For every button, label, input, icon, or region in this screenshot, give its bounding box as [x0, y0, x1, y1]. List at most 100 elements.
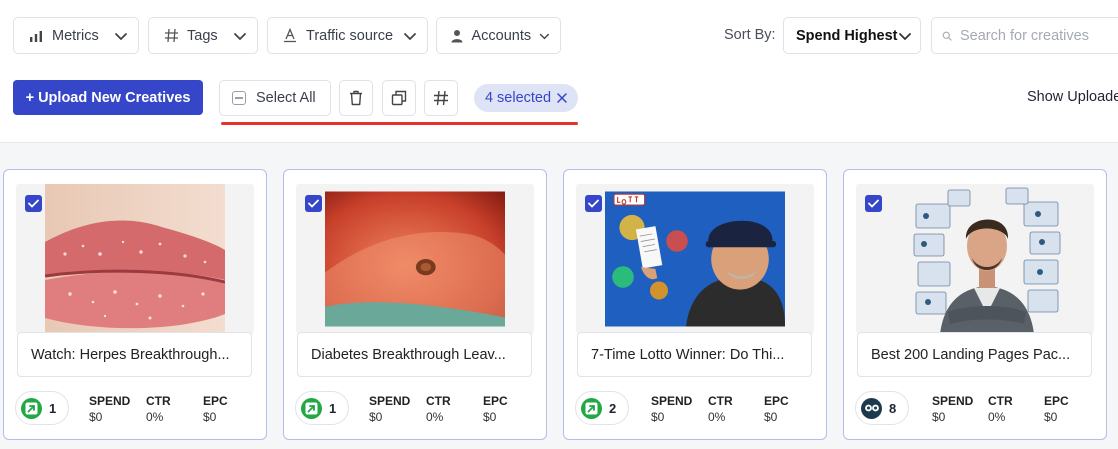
arrow-up-right-icon [21, 397, 42, 419]
epc-metric: EPC $0 [483, 394, 508, 424]
ctr-metric: CTR 0% [426, 394, 451, 424]
close-icon[interactable] [557, 93, 567, 103]
metric-label: CTR [426, 394, 451, 408]
indeterminate-checkbox-icon [232, 91, 246, 105]
owl-icon [861, 397, 882, 419]
traffic-source-filter-button[interactable]: Traffic source [267, 17, 428, 54]
hash-icon [163, 28, 179, 44]
metric-label: EPC [203, 394, 228, 408]
spend-metric: SPEND $0 [651, 394, 692, 424]
selected-count-chip[interactable]: 4 selected [474, 84, 578, 112]
metric-value: $0 [203, 410, 217, 424]
creative-card[interactable]: Diabetes Breakthrough Leav... 1 SPEND $0 … [283, 169, 547, 440]
trash-icon [350, 90, 362, 106]
metric-label: SPEND [369, 394, 411, 408]
card-checkbox[interactable] [865, 195, 882, 212]
traffic-source-count[interactable]: 1 [295, 391, 349, 425]
highlight-underline [221, 122, 578, 125]
epc-metric: EPC $0 [203, 394, 228, 424]
landing-pages-man-image [912, 184, 1062, 334]
creative-title: Watch: Herpes Breakthrough... [17, 332, 252, 377]
search-box[interactable] [931, 17, 1118, 54]
accounts-filter-button[interactable]: Accounts [436, 17, 561, 54]
metric-value: $0 [651, 410, 665, 424]
metric-label: SPEND [932, 394, 974, 408]
creative-card[interactable]: Watch: Herpes Breakthrough... 1 SPEND $0 … [3, 169, 267, 440]
source-count-value: 2 [609, 400, 617, 416]
card-checkbox[interactable] [585, 195, 602, 212]
metrics-filter-label: Metrics [52, 27, 99, 44]
tags-filter-label: Tags [187, 27, 218, 44]
ctr-metric: CTR 0% [146, 394, 171, 424]
creative-title: 7-Time Lotto Winner: Do Thi... [577, 332, 812, 377]
spend-metric: SPEND $0 [932, 394, 973, 424]
card-checkbox[interactable] [25, 195, 42, 212]
creative-title: Diabetes Breakthrough Leav... [297, 332, 532, 377]
spend-metric: SPEND $0 [89, 394, 130, 424]
delete-button[interactable] [339, 80, 373, 116]
tags-filter-button[interactable]: Tags [148, 17, 258, 54]
checkmark-icon [868, 199, 879, 208]
chevron-down-icon [899, 32, 911, 40]
metric-value: $0 [369, 410, 383, 424]
metric-value: $0 [89, 410, 103, 424]
metric-label: EPC [1044, 394, 1069, 408]
copy-icon [391, 90, 407, 106]
card-checkbox[interactable] [305, 195, 322, 212]
show-uploaded-toggle-label[interactable]: Show Uploade [1027, 89, 1118, 105]
tag-button[interactable] [424, 80, 458, 116]
sort-select[interactable]: Spend Highest [783, 17, 921, 54]
ctr-metric: CTR 0% [988, 394, 1013, 424]
banner-lettering [613, 193, 646, 206]
traffic-source-filter-label: Traffic source [306, 27, 394, 44]
epc-metric: EPC $0 [764, 394, 789, 424]
metric-value: $0 [932, 410, 946, 424]
metric-label: CTR [708, 394, 733, 408]
ctr-metric: CTR 0% [708, 394, 733, 424]
source-count-value: 1 [49, 400, 57, 416]
creative-thumbnail [856, 184, 1094, 334]
metric-label: CTR [988, 394, 1013, 408]
metric-value: 0% [426, 410, 444, 424]
select-all-label: Select All [256, 90, 316, 106]
search-input[interactable] [960, 27, 1118, 44]
metric-label: SPEND [89, 394, 131, 408]
source-count-value: 1 [329, 400, 337, 416]
creative-card[interactable]: Best 200 Landing Pages Pac... 8 SPEND $0 … [843, 169, 1107, 440]
chevron-down-icon [115, 32, 127, 40]
metric-value: 0% [708, 410, 726, 424]
sort-by-label: Sort By: [724, 27, 776, 43]
metrics-filter-button[interactable]: Metrics [13, 17, 139, 54]
metric-label: SPEND [651, 394, 693, 408]
traffic-source-count[interactable]: 2 [575, 391, 629, 425]
lotto-winner-image [605, 191, 785, 327]
upload-new-creatives-button[interactable]: + Upload New Creatives [13, 80, 203, 115]
hash-icon [434, 90, 448, 106]
search-icon [942, 31, 952, 41]
select-all-button[interactable]: Select All [219, 80, 331, 116]
creative-thumbnail [16, 184, 254, 334]
chevron-down-icon [539, 33, 550, 39]
metric-label: CTR [146, 394, 171, 408]
metric-value: $0 [1044, 410, 1058, 424]
epc-metric: EPC $0 [1044, 394, 1069, 424]
top-toolbar: Metrics Tags Traffic source Accounts Sor… [0, 0, 1118, 143]
creative-card[interactable]: 7-Time Lotto Winner: Do Thi... 2 SPEND $0… [563, 169, 827, 440]
creative-title: Best 200 Landing Pages Pac... [857, 332, 1092, 377]
metric-label: EPC [483, 394, 508, 408]
checkmark-icon [28, 199, 39, 208]
source-count-value: 8 [889, 400, 897, 416]
spend-metric: SPEND $0 [369, 394, 410, 424]
bar-chart-icon [28, 28, 44, 44]
metric-value: $0 [483, 410, 497, 424]
chevron-down-icon [404, 32, 416, 40]
traffic-source-count[interactable]: 1 [15, 391, 69, 425]
traffic-source-count[interactable]: 8 [855, 391, 909, 425]
metric-label: EPC [764, 394, 789, 408]
user-icon [451, 28, 463, 44]
creative-thumbnail [576, 184, 814, 334]
selected-count-label: 4 selected [484, 90, 552, 106]
chevron-down-icon [234, 32, 246, 40]
metric-value: 0% [146, 410, 164, 424]
duplicate-button[interactable] [382, 80, 416, 116]
